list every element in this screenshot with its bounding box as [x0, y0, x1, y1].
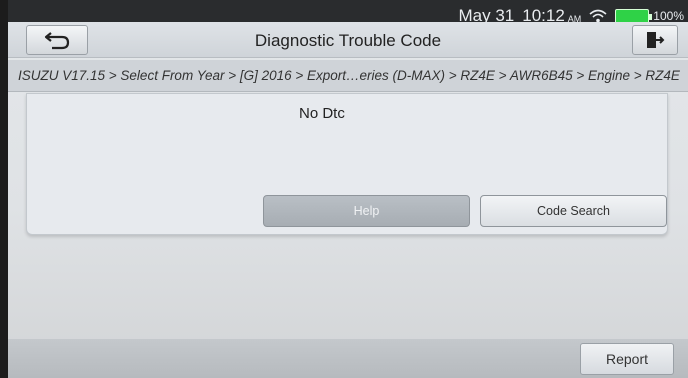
wifi-icon — [589, 9, 607, 23]
exit-door-icon — [647, 32, 665, 48]
report-button[interactable]: Report — [580, 343, 674, 375]
breadcrumb: ISUZU V17.15 > Select From Year > [G] 20… — [8, 60, 688, 92]
help-button[interactable]: Help — [263, 195, 470, 227]
tablet-screen: May 31 10:12 AM 100% Diagnostic Trouble … — [8, 0, 688, 378]
bottom-toolbar: Report — [8, 339, 688, 378]
dtc-panel: No Dtc Help Code Search — [26, 93, 668, 235]
exit-button[interactable] — [632, 25, 678, 55]
page-title: Diagnostic Trouble Code — [254, 31, 442, 50]
dtc-message: No Dtc — [299, 105, 345, 122]
title-bar: Diagnostic Trouble Code — [8, 22, 688, 58]
battery-percent: 100% — [653, 9, 684, 23]
code-search-button[interactable]: Code Search — [480, 195, 667, 227]
